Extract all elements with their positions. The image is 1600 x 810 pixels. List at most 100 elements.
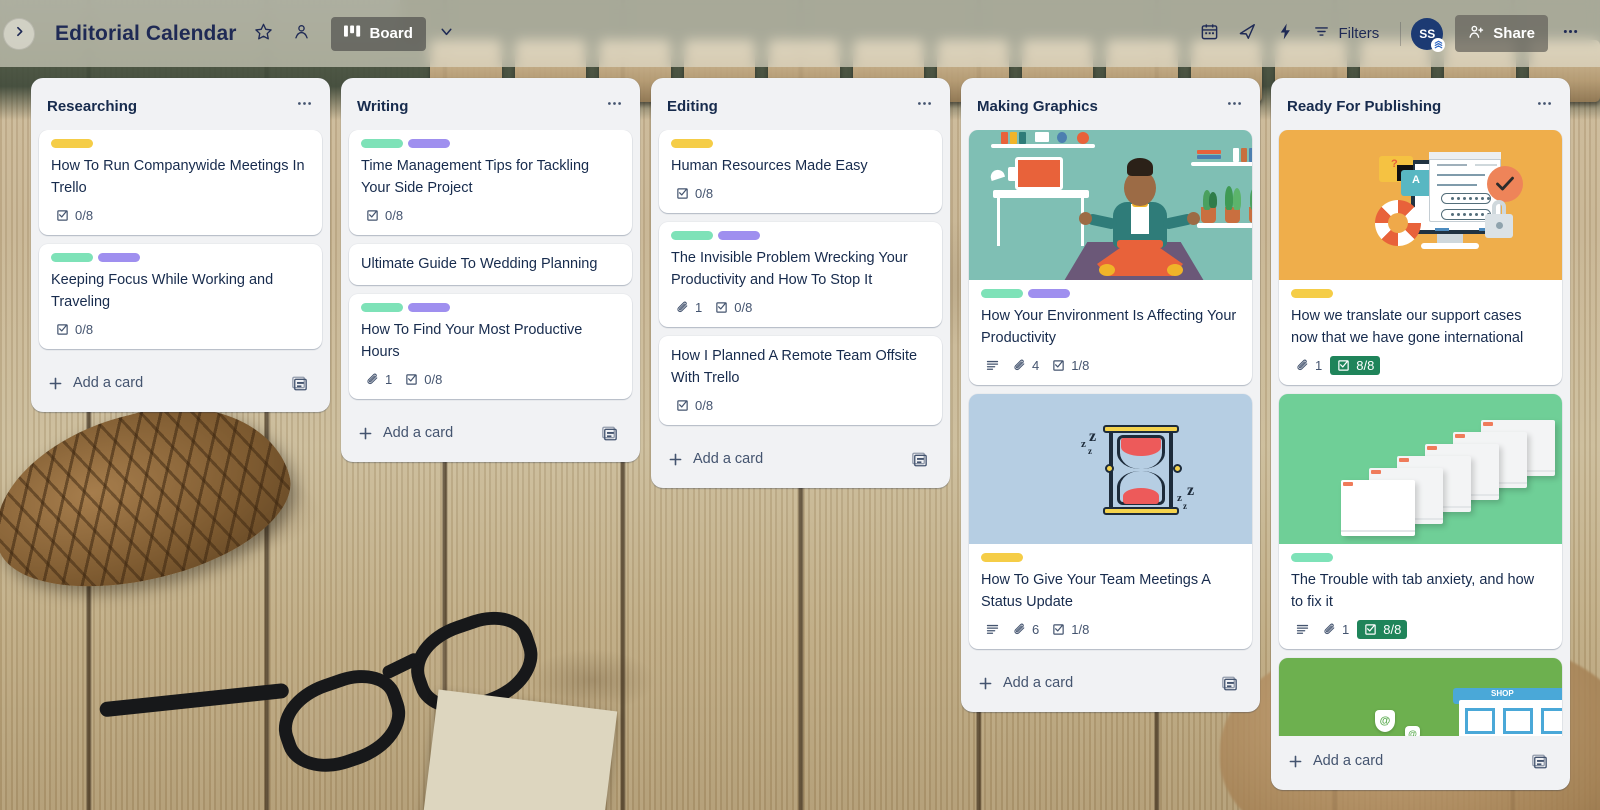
card[interactable]: Human Resources Made Easy0/8 xyxy=(659,130,942,213)
add-a-card-label: Add a card xyxy=(383,425,596,441)
filters-button[interactable]: Filters xyxy=(1302,16,1390,51)
list-title[interactable]: Making Graphics xyxy=(977,98,1220,115)
card[interactable]: zzzzzzHow To Give Your Team Meetings A S… xyxy=(969,394,1252,649)
person-add-icon xyxy=(1468,23,1485,44)
checklist-icon xyxy=(55,322,70,337)
badge-checklist: 0/8 xyxy=(671,184,717,203)
list-title[interactable]: Writing xyxy=(357,98,600,115)
list-actions-button[interactable] xyxy=(600,92,628,120)
label-yellow[interactable] xyxy=(981,553,1023,562)
badge-text: 0/8 xyxy=(695,186,713,201)
card-labels xyxy=(1291,289,1550,298)
card-template-icon[interactable] xyxy=(1526,748,1552,774)
badge-text: 4 xyxy=(1032,358,1039,373)
card[interactable]: SHOP@@ xyxy=(1279,658,1562,736)
label-yellow[interactable] xyxy=(671,139,713,148)
card-cover-image xyxy=(1279,394,1562,544)
card-title: How we translate our support cases now t… xyxy=(1291,305,1550,349)
badge-checklist: 1/8 xyxy=(1047,356,1093,375)
card-labels xyxy=(981,553,1240,562)
label-purple[interactable] xyxy=(718,231,760,240)
list-title[interactable]: Editing xyxy=(667,98,910,115)
add-a-card-label: Add a card xyxy=(73,375,286,391)
plus-icon xyxy=(977,675,994,692)
card[interactable]: ?AHow we translate our support cases now… xyxy=(1279,130,1562,385)
automation-button[interactable] xyxy=(1268,17,1302,51)
card[interactable]: How I Planned A Remote Team Offsite With… xyxy=(659,336,942,425)
avatar[interactable]: SS xyxy=(1411,18,1443,50)
label-purple[interactable] xyxy=(408,303,450,312)
card-body: Keeping Focus While Working and Travelin… xyxy=(39,244,322,349)
list-actions-button[interactable] xyxy=(1530,92,1558,120)
card[interactable]: Time Management Tips for Tackling Your S… xyxy=(349,130,632,235)
board-header: Editorial Calendar Board xyxy=(0,0,1600,67)
sidebar-expand-button[interactable] xyxy=(3,18,35,50)
card-template-icon[interactable] xyxy=(1216,670,1242,696)
add-a-card-button[interactable]: Add a card xyxy=(1279,738,1562,784)
view-switcher-button[interactable]: Board xyxy=(331,17,426,51)
rocket-icon xyxy=(1238,22,1257,46)
list-writing: Writing Time Management Tips for Tackling… xyxy=(341,78,640,462)
label-green[interactable] xyxy=(671,231,713,240)
board-visibility-button[interactable] xyxy=(285,17,319,51)
card-badges: 0/8 xyxy=(51,320,310,339)
label-green[interactable] xyxy=(361,303,403,312)
list-header: Editing xyxy=(655,78,946,130)
label-yellow[interactable] xyxy=(51,139,93,148)
board-menu-button[interactable] xyxy=(1554,17,1586,51)
checklist-icon xyxy=(714,300,729,315)
list-actions-button[interactable] xyxy=(910,92,938,120)
label-purple[interactable] xyxy=(98,253,140,262)
add-a-card-button[interactable]: Add a card xyxy=(349,410,632,456)
list-title[interactable]: Researching xyxy=(47,98,290,115)
checklist-icon xyxy=(1363,622,1378,637)
list-researching: Researching How To Run Companywide Meetin… xyxy=(31,78,330,412)
card[interactable]: The Trouble with tab anxiety, and how to… xyxy=(1279,394,1562,649)
label-purple[interactable] xyxy=(1028,289,1070,298)
checklist-icon xyxy=(675,186,690,201)
board-view-icon xyxy=(344,24,361,44)
card[interactable]: How To Run Companywide Meetings In Trell… xyxy=(39,130,322,235)
card[interactable]: Ultimate Guide To Wedding Planning xyxy=(349,244,632,285)
card[interactable]: The Invisible Problem Wrecking Your Prod… xyxy=(659,222,942,327)
upgrade-rocket-button[interactable] xyxy=(1230,17,1264,51)
card-body: How To Find Your Most Productive Hours10… xyxy=(349,294,632,399)
badge-text: 0/8 xyxy=(734,300,752,315)
add-a-card-button[interactable]: Add a card xyxy=(659,436,942,482)
list-cards: How Your Environment Is Affecting Your P… xyxy=(965,130,1256,658)
checklist-icon xyxy=(1051,622,1066,637)
card[interactable]: How Your Environment Is Affecting Your P… xyxy=(969,130,1252,385)
card-template-icon[interactable] xyxy=(596,420,622,446)
list-cards: Human Resources Made Easy0/8 The Invisibl… xyxy=(655,130,946,434)
list-cards: Time Management Tips for Tackling Your S… xyxy=(345,130,636,408)
label-purple[interactable] xyxy=(408,139,450,148)
label-green[interactable] xyxy=(1291,553,1333,562)
card[interactable]: How To Find Your Most Productive Hours10… xyxy=(349,294,632,399)
star-board-button[interactable] xyxy=(247,17,281,51)
card-title: Keeping Focus While Working and Travelin… xyxy=(51,269,310,313)
label-green[interactable] xyxy=(981,289,1023,298)
badge-checklist: 0/8 xyxy=(361,206,407,225)
badge-attachment: 6 xyxy=(1008,620,1043,639)
card[interactable]: Keeping Focus While Working and Travelin… xyxy=(39,244,322,349)
add-a-card-button[interactable]: Add a card xyxy=(969,660,1252,706)
card-template-icon[interactable] xyxy=(906,446,932,472)
card-title: Ultimate Guide To Wedding Planning xyxy=(361,253,620,275)
list-actions-button[interactable] xyxy=(290,92,318,120)
calendar-power-up-button[interactable] xyxy=(1192,17,1226,51)
board-title[interactable]: Editorial Calendar xyxy=(49,18,243,50)
label-green[interactable] xyxy=(51,253,93,262)
add-a-card-button[interactable]: Add a card xyxy=(39,360,322,406)
plus-icon xyxy=(357,425,374,442)
card-badges: 10/8 xyxy=(671,298,930,317)
chevron-right-icon xyxy=(13,25,26,43)
label-green[interactable] xyxy=(361,139,403,148)
label-yellow[interactable] xyxy=(1291,289,1333,298)
list-actions-button[interactable] xyxy=(1220,92,1248,120)
share-button[interactable]: Share xyxy=(1455,15,1548,52)
badge-checklist: 0/8 xyxy=(710,298,756,317)
card-template-icon[interactable] xyxy=(286,370,312,396)
list-title[interactable]: Ready For Publishing xyxy=(1287,98,1530,115)
view-switcher-dropdown-button[interactable] xyxy=(430,17,464,51)
badge-text: 0/8 xyxy=(385,208,403,223)
